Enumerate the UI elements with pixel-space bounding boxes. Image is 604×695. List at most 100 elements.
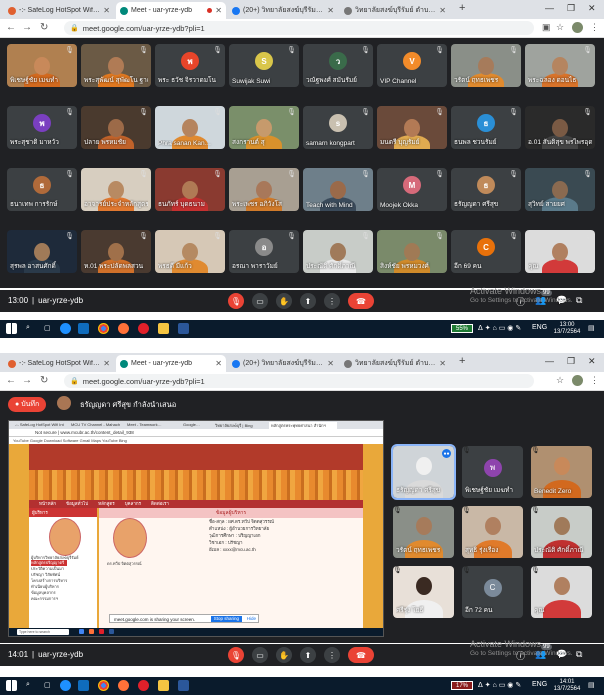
profile-avatar[interactable] (572, 375, 583, 386)
close-icon[interactable]: ✕ (215, 6, 222, 15)
participant-tile[interactable]: 🎙 พระเพชร อภิวังโส (229, 168, 299, 211)
browser-tab[interactable]: -:- SafeLog HotSpot Wifi Internet -:-✕ (4, 2, 114, 19)
participant-tile[interactable]: 🎙 คุณ (531, 566, 592, 618)
participant-tile[interactable]: ธ 🎙 ธรัญญดา ศรีสุข (451, 168, 521, 211)
notifications-icon[interactable]: ▤ (588, 324, 595, 332)
firefox-icon[interactable] (118, 680, 129, 691)
participant-tile[interactable]: 🎙 วรัตน์ ฤทธเพชร (451, 44, 521, 87)
explorer-icon[interactable] (158, 323, 169, 334)
participant-tile[interactable]: พ 🎙 พิเชษฐ์ชัย เมฆทำ (462, 446, 523, 498)
system-tray-icons[interactable]: ᐃ ✦ ⌂ ▭ ◉ ✎ (478, 681, 521, 689)
firefox-icon[interactable] (118, 323, 129, 334)
search-icon[interactable]: ⌕ (26, 324, 30, 332)
activities-icon[interactable]: ⧉ (576, 649, 582, 660)
close-window-icon[interactable]: ✕ (588, 3, 596, 14)
word-icon[interactable] (178, 680, 189, 691)
chrome-icon[interactable] (98, 323, 109, 334)
participant-tile[interactable]: C 🎙 อีก 72 คน (462, 566, 523, 618)
forward-icon[interactable]: → (22, 375, 32, 386)
participant-tile[interactable]: 🎙 พระฉลอง ดอนไธ (525, 44, 595, 87)
participant-tile[interactable]: V 🎙 VIP Channel (377, 44, 447, 87)
stop-sharing-button[interactable]: Stop sharing (210, 616, 242, 622)
participant-tile[interactable]: อ 🎙 อรณา พาราวัมย์ (229, 230, 299, 273)
browser-tab[interactable]: -:- SafeLog HotSpot Wifi Internet -:-✕ (4, 355, 114, 372)
raise-hand-button[interactable]: ✋ (276, 293, 292, 309)
ie-icon[interactable] (78, 323, 89, 334)
system-tray-icons[interactable]: ᐃ ✦ ⌂ ▭ ◉ ✎ (478, 324, 521, 332)
hide-button[interactable]: Hide (247, 616, 256, 622)
reload-icon[interactable]: ↻ (40, 22, 48, 33)
maximize-icon[interactable]: ❐ (567, 356, 575, 367)
notifications-icon[interactable]: ▤ (588, 681, 595, 689)
participant-tile[interactable]: พ 🎙 พระ ธวัช จิรวาดมโน (155, 44, 225, 87)
star-icon[interactable]: ☆ (556, 22, 564, 33)
task-view-icon[interactable]: ▢ (44, 681, 51, 689)
raise-hand-button[interactable]: ✋ (276, 647, 292, 663)
participant-tile[interactable]: 🎙 สงกรานต์ สุ (229, 106, 299, 149)
browser-tab[interactable]: วิทยาลัยสงฆ์บุรีรัมย์ ตำบลหลักเมือง✕ (340, 2, 450, 19)
new-tab-icon[interactable]: + (459, 355, 465, 367)
participant-tile[interactable]: 🎙 อ.01 สันติสุข พรไพรอุดม (525, 106, 595, 149)
participant-tile[interactable]: s 🎙 samarn kongpart (303, 106, 373, 149)
more-options-button[interactable]: ⋮ (324, 293, 340, 309)
word-icon[interactable] (178, 323, 189, 334)
edge-icon[interactable] (60, 680, 71, 691)
camera-button[interactable]: ▭ (252, 647, 268, 663)
activities-icon[interactable]: ⧉ (576, 295, 582, 306)
participant-tile[interactable]: 🎙 วรัตน์ ฤทธเพชร (393, 506, 454, 558)
edge-icon[interactable] (60, 323, 71, 334)
url-field[interactable]: 🔒 meet.google.com/uar-yrze-ydb?pli=1 (64, 374, 534, 388)
participant-tile[interactable]: 🎙 อาจารย์ประจำหลักสูตร (81, 168, 151, 211)
participant-tile[interactable]: M 🎙 Moojek Okka (377, 168, 447, 211)
close-icon[interactable]: ✕ (103, 6, 110, 15)
new-tab-icon[interactable]: + (459, 2, 465, 14)
system-clock[interactable]: 13:00 13/7/2564 (552, 322, 582, 336)
url-field[interactable]: 🔒 meet.google.com/uar-yrze-ydb?pli=1 (64, 21, 534, 35)
browser-tab-active[interactable]: Meet - uar-yrze-ydb ✕ (116, 2, 226, 19)
system-clock[interactable]: 14:01 13/7/2564 (552, 679, 582, 693)
opera-icon[interactable] (138, 323, 149, 334)
close-icon[interactable]: ✕ (327, 6, 334, 15)
close-icon[interactable]: ✕ (103, 359, 110, 368)
participant-tile[interactable]: 🎙 Phra sanan Kan… (155, 106, 225, 149)
close-icon[interactable]: ✕ (327, 359, 334, 368)
language-indicator[interactable]: ENG (532, 681, 547, 688)
star-icon[interactable]: ☆ (556, 375, 564, 386)
participant-tile[interactable]: 🎙 สุวิทย์ สายยศ (525, 168, 595, 211)
more-options-button[interactable]: ⋮ (324, 647, 340, 663)
close-icon[interactable]: ✕ (215, 359, 222, 368)
menu-dots-icon[interactable]: ⋮ (590, 22, 599, 33)
participant-tile[interactable]: 🎙 พรธดี มีแก้ว (155, 230, 225, 273)
participant-tile[interactable]: 🎙 ธนภัทร์ บุดธนาม (155, 168, 225, 211)
participant-tile[interactable]: ว 🎙 วณัฐพงศ์ สมันรัมย์ (303, 44, 373, 87)
participant-tile[interactable]: 🎙 ประณัติ ศักดิ์ภาณี (531, 506, 592, 558)
minimize-icon[interactable]: — (545, 3, 554, 13)
browser-tab[interactable]: วิทยาลัยสงฆ์บุรีรัมย์ ตำบลหลักเมือง✕ (340, 355, 450, 372)
close-icon[interactable]: ✕ (439, 6, 446, 15)
chrome-icon[interactable] (98, 680, 109, 691)
participant-tile[interactable]: ธ 🎙 ธนพล ชวนรัมย์ (451, 106, 521, 149)
browser-tab-active[interactable]: Meet - uar-yrze-ydb ✕ (116, 355, 226, 372)
language-indicator[interactable]: ENG (532, 324, 547, 331)
windows-start-icon[interactable] (6, 680, 17, 691)
browser-tab[interactable]: (20+) วิทยาลัยสงฆ์บุรีรัมย์ มจร. | Face✕ (228, 2, 338, 19)
close-window-icon[interactable]: ✕ (588, 356, 596, 367)
participant-tile[interactable]: 🎙 พิเชษฐ์ชัย เมฆทำ (7, 44, 77, 87)
reload-icon[interactable]: ↻ (40, 375, 48, 386)
back-icon[interactable]: ← (6, 375, 16, 386)
ie-icon[interactable] (78, 680, 89, 691)
profile-avatar[interactable] (572, 22, 583, 33)
participant-tile[interactable]: ●● ธรัญญดา ศรีสุข (391, 444, 456, 500)
record-button[interactable]: ● บันทึก (8, 397, 47, 412)
menu-dots-icon[interactable]: ⋮ (590, 375, 599, 386)
explorer-icon[interactable] (158, 680, 169, 691)
participant-tile[interactable]: 🎙 สุทธิ รุ่งเรือง (462, 506, 523, 558)
present-button[interactable]: ⬆ (300, 647, 316, 663)
task-view-icon[interactable]: ▢ (44, 324, 51, 332)
participant-tile[interactable]: 🎙 Teach with Mind (303, 168, 373, 211)
participant-tile[interactable]: 🎙 สุรพล อาสนศักดิ์ (7, 230, 77, 273)
maximize-icon[interactable]: ❐ (567, 3, 575, 14)
participant-tile[interactable]: 🎙 สิงห์ชัย พรหมวงศ์ (377, 230, 447, 273)
participant-tile[interactable]: 🎙 ศรีรุ่ง โยธี (393, 566, 454, 618)
participant-tile[interactable]: ธ 🎙 ธนาเทพ การรักษ์ (7, 168, 77, 211)
